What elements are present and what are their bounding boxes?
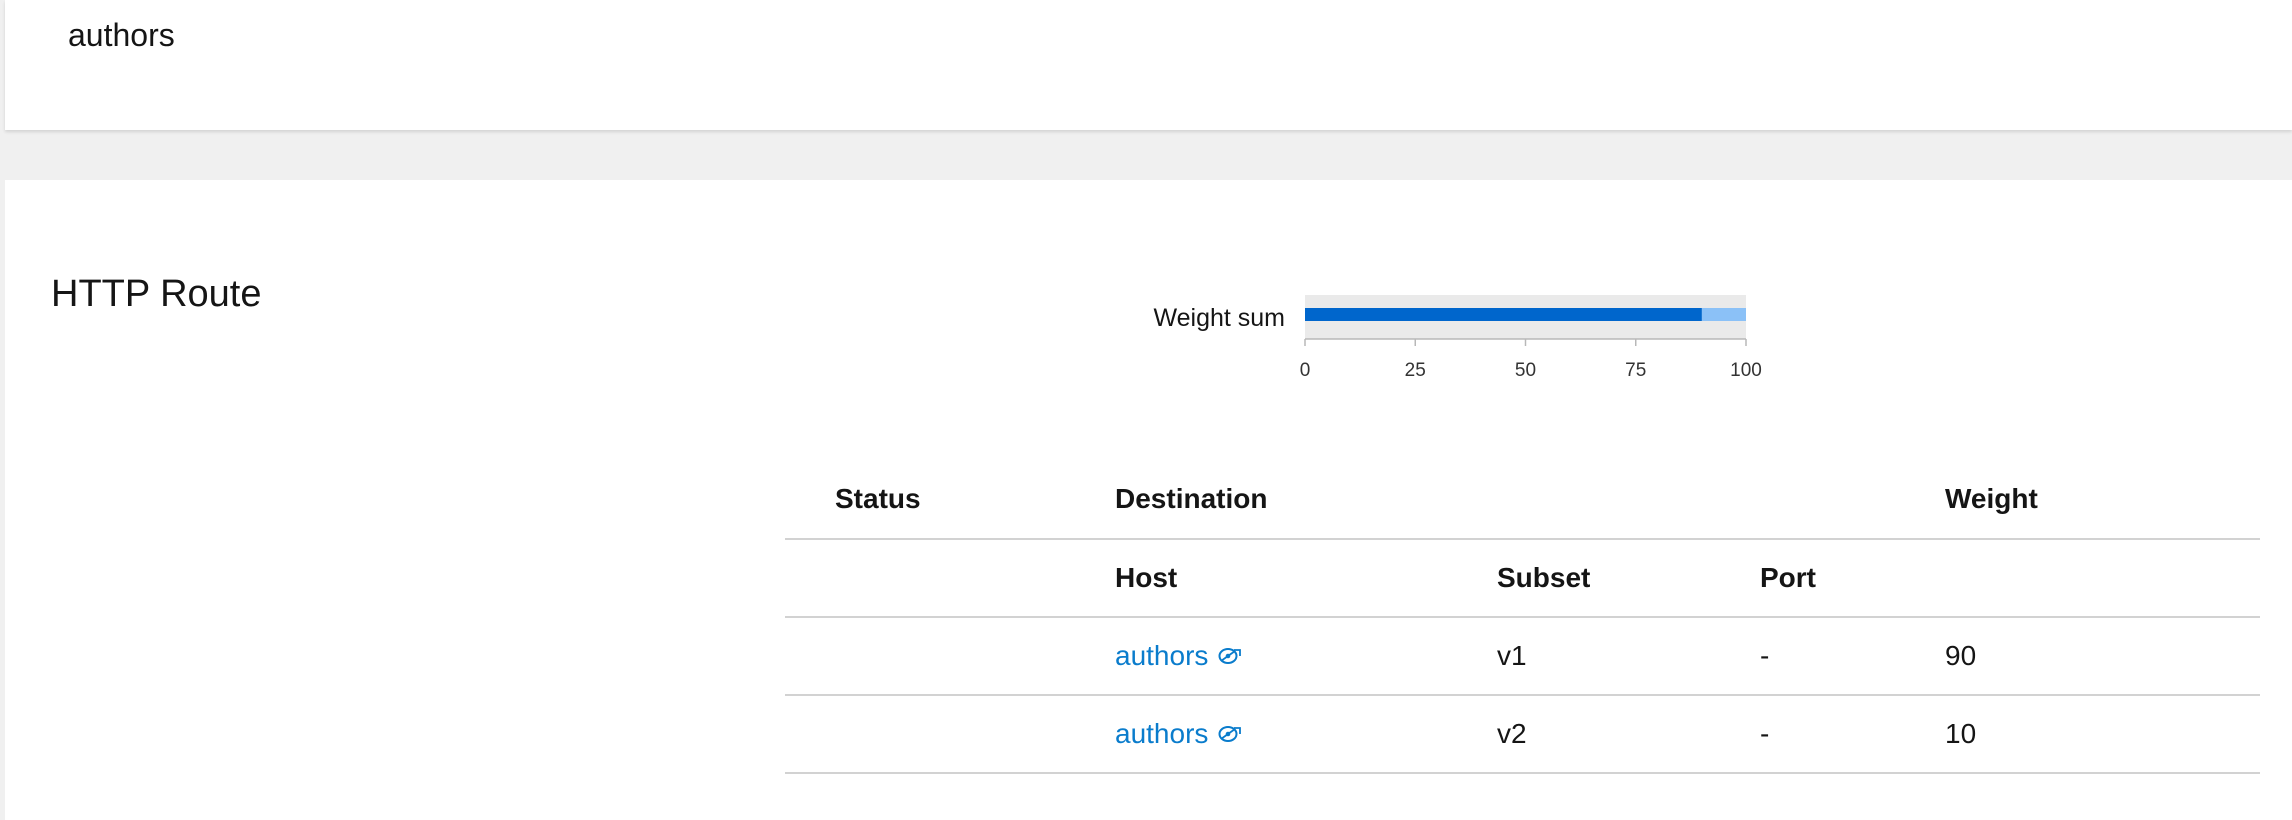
row-weight: 90 [1945, 640, 1977, 671]
table-subheader-row: Host Subset Port [785, 540, 2260, 618]
table-header-row: Status Destination Weight [785, 460, 2260, 540]
row-port: - [1760, 718, 1770, 749]
chart-tick-label: 0 [1300, 360, 1311, 381]
weight-chart: Weight sum 0 25 50 75 100 [1105, 295, 1805, 415]
row-host: authors [1115, 696, 1244, 772]
column-header-host: Host [1115, 562, 1178, 593]
chart-category-label: Weight sum [1153, 304, 1285, 332]
section-title: HTTP Route [51, 273, 262, 315]
row-subset: v2 [1497, 718, 1527, 749]
weight-chart-svg: Weight sum 0 25 50 75 100 [1153, 295, 1762, 381]
column-header-port: Port [1760, 562, 1816, 593]
host-link[interactable]: authors [1115, 640, 1208, 672]
column-header-weight: Weight [1945, 483, 2038, 514]
row-port: - [1760, 640, 1770, 671]
table-row: authors v2 - 10 [785, 696, 2260, 774]
route-card: HTTP Route Weight sum 0 25 50 75 100 Status D… [5, 180, 2292, 820]
column-header-status: Status [835, 483, 921, 514]
page-title: authors [68, 17, 175, 53]
route-table: Status Destination Weight Host Subset Po… [785, 460, 2260, 774]
chart-bar-v2 [1701, 308, 1746, 321]
row-weight: 10 [1945, 718, 1977, 749]
chart-tick-label: 25 [1405, 360, 1426, 381]
chart-tick-label: 75 [1625, 360, 1646, 381]
host-link[interactable]: authors [1115, 718, 1208, 750]
row-host: authors [1115, 618, 1244, 694]
chart-bar-v1 [1305, 308, 1702, 321]
header-card: authors [5, 0, 2292, 130]
table-row: authors v1 - 90 [785, 618, 2260, 696]
column-header-subset: Subset [1497, 562, 1591, 593]
service-link-icon[interactable] [1216, 642, 1244, 670]
service-link-icon[interactable] [1216, 720, 1244, 748]
chart-tick-label: 100 [1730, 360, 1762, 381]
column-header-destination: Destination [1115, 483, 1268, 514]
row-subset: v1 [1497, 640, 1527, 671]
chart-tick-label: 50 [1515, 360, 1536, 381]
